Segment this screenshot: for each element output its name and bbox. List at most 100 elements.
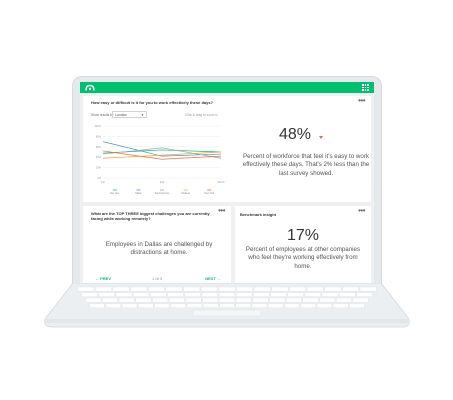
keyboard-key [154, 303, 170, 308]
keyboard-key [270, 292, 287, 297]
line-chart[interactable]: 0% 20% 40% 60% 80% 100% Jan Feb March San Jose Dal… [89, 122, 227, 198]
y-tick-label: 20% [96, 166, 102, 170]
keyboard-key [202, 297, 219, 303]
keyboard-key [349, 303, 365, 308]
more-options-icon[interactable]: ••• [358, 206, 365, 215]
keyboard-key [138, 303, 154, 308]
legend-label[interactable]: New York [204, 192, 215, 195]
brand-logo-icon[interactable] [85, 84, 95, 91]
keyboard-key [81, 292, 98, 297]
keyboard-key [132, 292, 150, 297]
keyboard-key [338, 292, 356, 297]
benchmark-stat: 17% [287, 227, 320, 244]
legend-label[interactable]: Portland [181, 192, 190, 195]
keyboard-key [89, 303, 105, 308]
apps-grid-icon[interactable] [362, 84, 369, 91]
x-tick-label: March [217, 180, 225, 184]
x-tick-label: Feb [160, 180, 165, 184]
chevron-down-icon: ▼ [141, 112, 144, 117]
keyboard-key [147, 286, 165, 292]
keyboard-key [285, 297, 302, 303]
keyboard-key [135, 297, 152, 303]
effectiveness-stat: 48% [279, 126, 312, 143]
keyboard-key [332, 303, 349, 308]
keyboard-key [185, 297, 202, 303]
keyboard-key [219, 303, 235, 308]
keyboard-key [284, 303, 300, 308]
keyboard-key [306, 286, 324, 292]
y-tick-label: 0% [97, 176, 101, 180]
keyboard-key [335, 297, 352, 303]
keyboard-key [184, 292, 201, 297]
keyboard-key [202, 303, 219, 308]
keyboard-key [253, 286, 271, 292]
trend-down-icon [319, 136, 323, 139]
challenges-card: What are the TOP THREE biggest challenge… [83, 206, 231, 284]
effectiveness-description: Percent of workforce that feel it's easy… [242, 153, 370, 177]
keyboard-key [168, 297, 185, 303]
keyboard-key [253, 292, 270, 297]
keyboard-key [342, 286, 360, 292]
challenges-question: What are the TOP THREE biggest challenge… [91, 211, 210, 221]
legend-label[interactable]: Dallas [135, 193, 142, 195]
keyboard-key [316, 303, 333, 308]
keyboard-key [218, 297, 236, 303]
legend-label[interactable]: San Francisco [155, 192, 170, 195]
y-tick-label: 60% [96, 145, 102, 149]
keyboard-key [356, 292, 373, 297]
keyboard-key [200, 286, 218, 292]
keyboard-key [152, 297, 169, 303]
series-line[interactable] [102, 149, 222, 154]
show-results-label: Show results by [91, 113, 114, 117]
keyboard-key [167, 292, 184, 297]
y-tick-label: 100% [94, 124, 101, 128]
more-options-icon[interactable]: ••• [218, 206, 225, 215]
keyboard-key [118, 297, 135, 303]
keyboard-key [218, 292, 236, 297]
keyboard-key [321, 292, 339, 297]
keyboard-key [271, 286, 289, 292]
keyboard-key [121, 303, 138, 308]
challenges-insight: Employees in Dallas are challenged by di… [105, 241, 213, 257]
keyboard-key [102, 297, 119, 303]
keyboard-key [251, 303, 268, 308]
keyboard-key [85, 297, 102, 303]
keyboard-key [300, 303, 316, 308]
location-select-value: Location [115, 112, 128, 117]
app-header-bar [80, 82, 374, 93]
laptop-keyboard-base [44, 283, 410, 328]
keyboard-key [170, 303, 187, 308]
keyboard-key [165, 286, 183, 292]
prev-button[interactable]: ← PREV [95, 276, 111, 281]
next-button[interactable]: NEXT → [205, 276, 221, 281]
keyboard-key [252, 297, 269, 303]
keyboard-key [115, 292, 133, 297]
keyboard-key [183, 286, 201, 292]
legend-label[interactable]: San Jose [110, 193, 120, 195]
more-options-icon[interactable]: ••• [358, 96, 365, 105]
keyboard-key [94, 286, 112, 292]
keyboard-key [304, 292, 322, 297]
keyboard-key [201, 292, 219, 297]
location-select[interactable]: Location ▼ [112, 110, 147, 118]
benchmark-title: Benchmark insight [240, 212, 277, 217]
benchmark-card: Benchmark insight ••• 17% Percent of emp… [235, 206, 371, 284]
keyboard-key [269, 297, 286, 303]
pagination-indicator: 1 of 3 [152, 276, 163, 281]
keyboard-key [236, 286, 254, 292]
keyboard-key [218, 286, 236, 292]
keyboard-key [105, 303, 122, 308]
keyboard-key [77, 286, 95, 292]
keyboard-key [130, 286, 148, 292]
keyboard-key [352, 297, 369, 303]
keyboard-key [359, 286, 377, 292]
benchmark-description: Percent of employees at other companies … [245, 246, 361, 270]
keyboard-key [98, 292, 116, 297]
y-tick-label: 40% [96, 155, 102, 159]
series-line[interactable] [102, 141, 222, 157]
keyboard-key [235, 297, 252, 303]
keyboard-key [267, 303, 284, 308]
keyboard-key [302, 297, 319, 303]
dashboard-screen: How easy or difficult is it for you to w… [80, 82, 374, 288]
keyboard-key [289, 286, 307, 292]
